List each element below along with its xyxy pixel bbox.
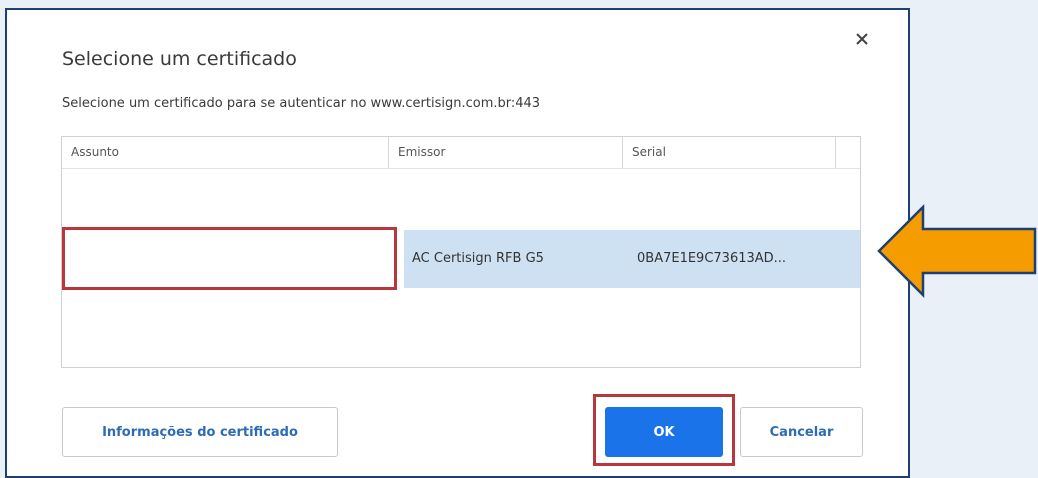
certificate-info-button[interactable]: Informações do certificado (62, 407, 338, 457)
dialog-title: Selecione um certificado (62, 48, 297, 70)
column-header-filler (835, 137, 861, 168)
certificate-table: Assunto Emissor Serial AC Certisign RFB … (61, 136, 861, 368)
column-header-issuer[interactable]: Emissor (388, 137, 622, 168)
table-row[interactable]: AC Certisign RFB G5 0BA7E1E9C73613AD... (62, 230, 860, 288)
column-header-serial[interactable]: Serial (622, 137, 835, 168)
column-header-subject[interactable]: Assunto (62, 137, 388, 168)
dialog-subtitle: Selecione um certificado para se autenti… (62, 96, 541, 111)
close-icon[interactable] (850, 27, 874, 51)
cell-serial: 0BA7E1E9C73613AD... (622, 230, 860, 288)
cell-subject (62, 230, 404, 288)
cell-issuer: AC Certisign RFB G5 (404, 230, 622, 288)
ok-button[interactable]: OK (605, 407, 723, 457)
cancel-button[interactable]: Cancelar (740, 407, 863, 457)
header-divider (62, 168, 860, 169)
arrow-left-icon (877, 203, 1037, 299)
